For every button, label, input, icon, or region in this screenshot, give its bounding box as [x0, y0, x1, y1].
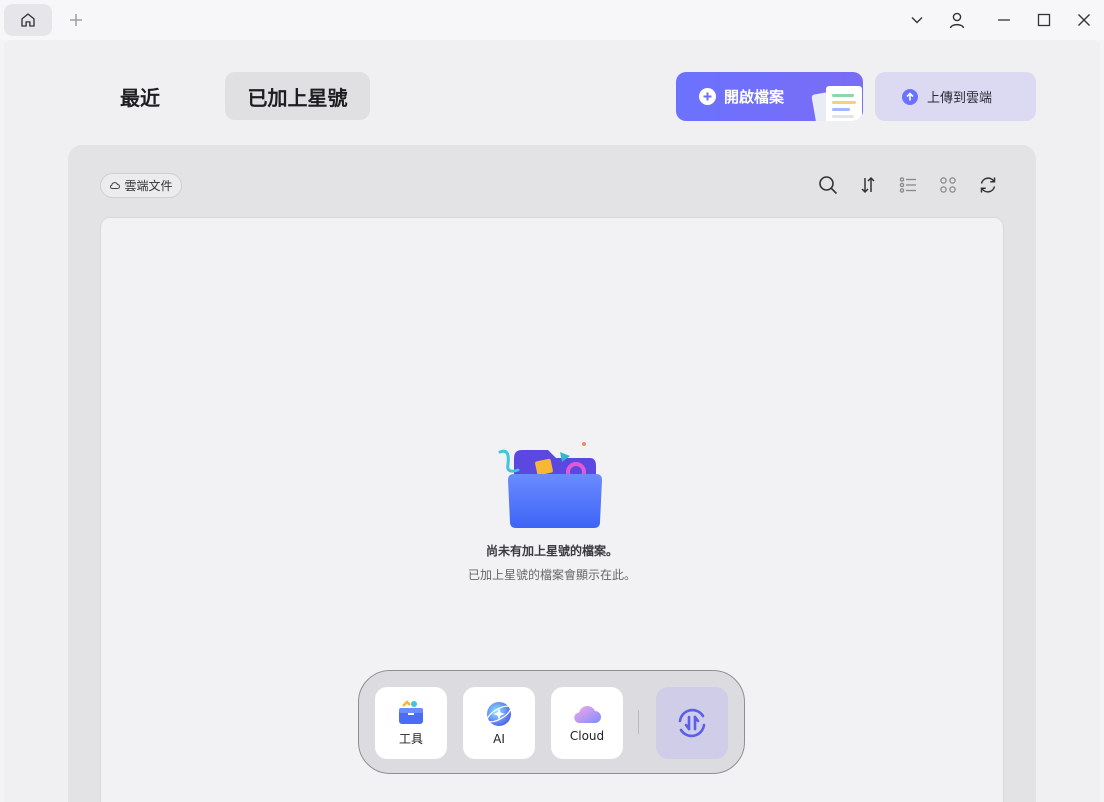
dock-ai-label: AI	[493, 732, 505, 746]
grid-view-button[interactable]	[936, 173, 960, 197]
new-tab-button[interactable]	[64, 8, 88, 32]
tab-starred-label: 已加上星號	[247, 85, 348, 110]
sync-icon	[678, 708, 706, 738]
user-icon	[949, 12, 965, 29]
list-view-button[interactable]	[896, 173, 920, 197]
empty-folder-illustration-icon	[498, 442, 602, 528]
dropdown-button[interactable]	[903, 6, 931, 34]
plus-icon	[70, 14, 82, 26]
dock-sync-button[interactable]	[656, 687, 728, 759]
dock-cloud-button[interactable]: Cloud	[551, 687, 623, 759]
cloud-documents-label: 雲端文件	[124, 179, 173, 193]
plus-circle-icon	[699, 88, 716, 105]
cloud-documents-chip[interactable]: 雲端文件	[100, 173, 182, 198]
ai-assistant-icon	[486, 702, 512, 726]
minimize-icon	[998, 19, 1010, 21]
cloud-icon	[574, 706, 601, 724]
dock-ai-button[interactable]: AI	[463, 687, 535, 759]
search-button[interactable]	[816, 173, 840, 197]
upload-circle-icon	[902, 88, 918, 105]
documents-illustration-icon	[811, 86, 862, 121]
sort-icon	[861, 176, 875, 194]
dock-tools-button[interactable]: 工具	[375, 687, 447, 759]
sort-button[interactable]	[856, 173, 880, 197]
open-file-label: 開啟檔案	[724, 88, 785, 106]
account-button[interactable]	[943, 6, 971, 34]
close-button[interactable]	[1070, 6, 1098, 34]
home-icon	[21, 13, 35, 27]
dock-cloud-label: Cloud	[569, 729, 605, 743]
maximize-button[interactable]	[1030, 6, 1058, 34]
refresh-button[interactable]	[976, 173, 1000, 197]
dock-divider	[638, 710, 639, 734]
empty-state-title: 尚未有加上星號的檔案。	[485, 544, 618, 558]
chevron-down-icon	[911, 17, 923, 24]
minimize-button[interactable]	[990, 6, 1018, 34]
toolbox-icon	[399, 699, 423, 724]
maximize-icon	[1037, 13, 1051, 27]
tab-recent[interactable]: 最近	[100, 72, 180, 120]
close-icon	[1078, 14, 1090, 26]
tab-starred[interactable]: 已加上星號	[225, 72, 370, 120]
search-icon	[819, 176, 838, 195]
tab-recent-label: 最近	[120, 85, 160, 110]
cloud-icon	[110, 182, 121, 189]
list-view-icon	[899, 177, 916, 193]
dock-tools-label: 工具	[398, 731, 423, 746]
upload-to-cloud-label: 上傳到雲端	[927, 91, 993, 106]
refresh-icon	[980, 177, 996, 193]
grid-view-icon	[940, 177, 956, 193]
empty-state-subtitle: 已加上星號的檔案會顯示在此。	[467, 568, 636, 582]
open-file-button[interactable]: 開啟檔案	[676, 72, 863, 121]
home-tab[interactable]	[4, 4, 52, 36]
title-bar	[0, 0, 1104, 40]
upload-to-cloud-button[interactable]: 上傳到雲端	[875, 72, 1036, 121]
